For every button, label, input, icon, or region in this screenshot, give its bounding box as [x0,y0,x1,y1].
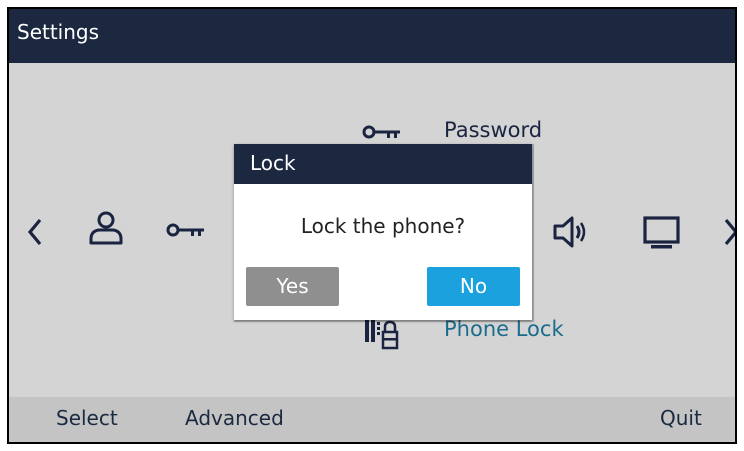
quit-softkey[interactable]: Quit [660,406,702,430]
dialog-title: Lock [250,151,296,175]
page-title: Settings [17,20,100,44]
lock-dialog: Lock Lock the phone? Yes No [234,144,532,320]
no-button[interactable]: No [427,267,520,306]
select-softkey[interactable]: Select [56,406,118,430]
chevron-left-icon[interactable] [26,217,44,247]
yes-button[interactable]: Yes [246,267,339,306]
chevron-right-icon[interactable] [722,217,737,247]
user-icon[interactable] [88,210,124,246]
advanced-softkey[interactable]: Advanced [185,406,284,430]
dialog-header: Lock [234,144,532,184]
softkey-bar: Select Advanced Quit [9,397,735,442]
dialog-message: Lock the phone? [300,214,466,238]
monitor-icon[interactable] [642,215,682,251]
password-key-icon[interactable] [362,124,402,140]
phone-screen: Settings Password Phone Lock Lock Lock t… [7,7,737,444]
menu-item-password[interactable]: Password [444,118,542,142]
speaker-icon[interactable] [552,215,588,249]
key-icon[interactable] [166,222,206,238]
title-bar: Settings [9,9,735,63]
